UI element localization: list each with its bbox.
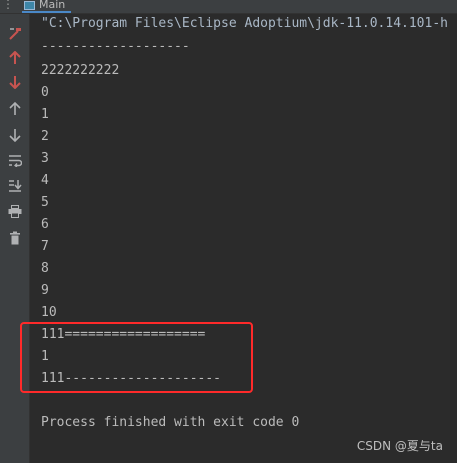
watermark: CSDN @夏与ta — [356, 439, 443, 453]
highlight-annotation-box — [20, 322, 253, 393]
vertical-dots-icon[interactable]: ⋮ — [2, 0, 14, 10]
run-console-window: ⋮ Main "C:\Program Files\Eclipse Adoptiu… — [0, 0, 457, 463]
tab-main-label: Main — [39, 0, 66, 11]
console-line: 6 — [41, 217, 49, 232]
soft-wrap-icon[interactable] — [5, 151, 24, 170]
trash-icon[interactable] — [5, 228, 24, 247]
scroll-down-red-icon[interactable] — [5, 72, 24, 91]
down-arrow-icon[interactable] — [5, 125, 24, 144]
console-line: 3 — [41, 151, 49, 166]
application-icon — [24, 1, 35, 10]
console-line: 9 — [41, 283, 49, 298]
rerun-icon[interactable] — [5, 24, 24, 43]
console-line: 4 — [41, 173, 49, 188]
tab-main[interactable]: Main — [22, 0, 72, 13]
console-line: 1 — [41, 107, 49, 122]
console-toolbar — [0, 14, 30, 463]
console-line: 0 — [41, 85, 49, 100]
console-line: 2222222222 — [41, 63, 120, 78]
console-line: 8 — [41, 261, 49, 276]
scroll-up-red-icon[interactable] — [5, 48, 24, 67]
console-line: 10 — [41, 305, 57, 320]
console-line: 2 — [41, 129, 49, 144]
run-tab-bar: ⋮ Main — [0, 0, 457, 14]
console-line-command: "C:\Program Files\Eclipse Adoptium\jdk-1… — [41, 16, 448, 31]
process-finished-message: Process finished with exit code 0 — [41, 415, 300, 430]
console-line: 5 — [41, 195, 49, 210]
console-line: ------------------- — [41, 39, 190, 54]
console-line: 7 — [41, 239, 49, 254]
scroll-to-end-icon[interactable] — [5, 176, 24, 195]
up-arrow-icon[interactable] — [5, 99, 24, 118]
print-icon[interactable] — [5, 202, 24, 221]
